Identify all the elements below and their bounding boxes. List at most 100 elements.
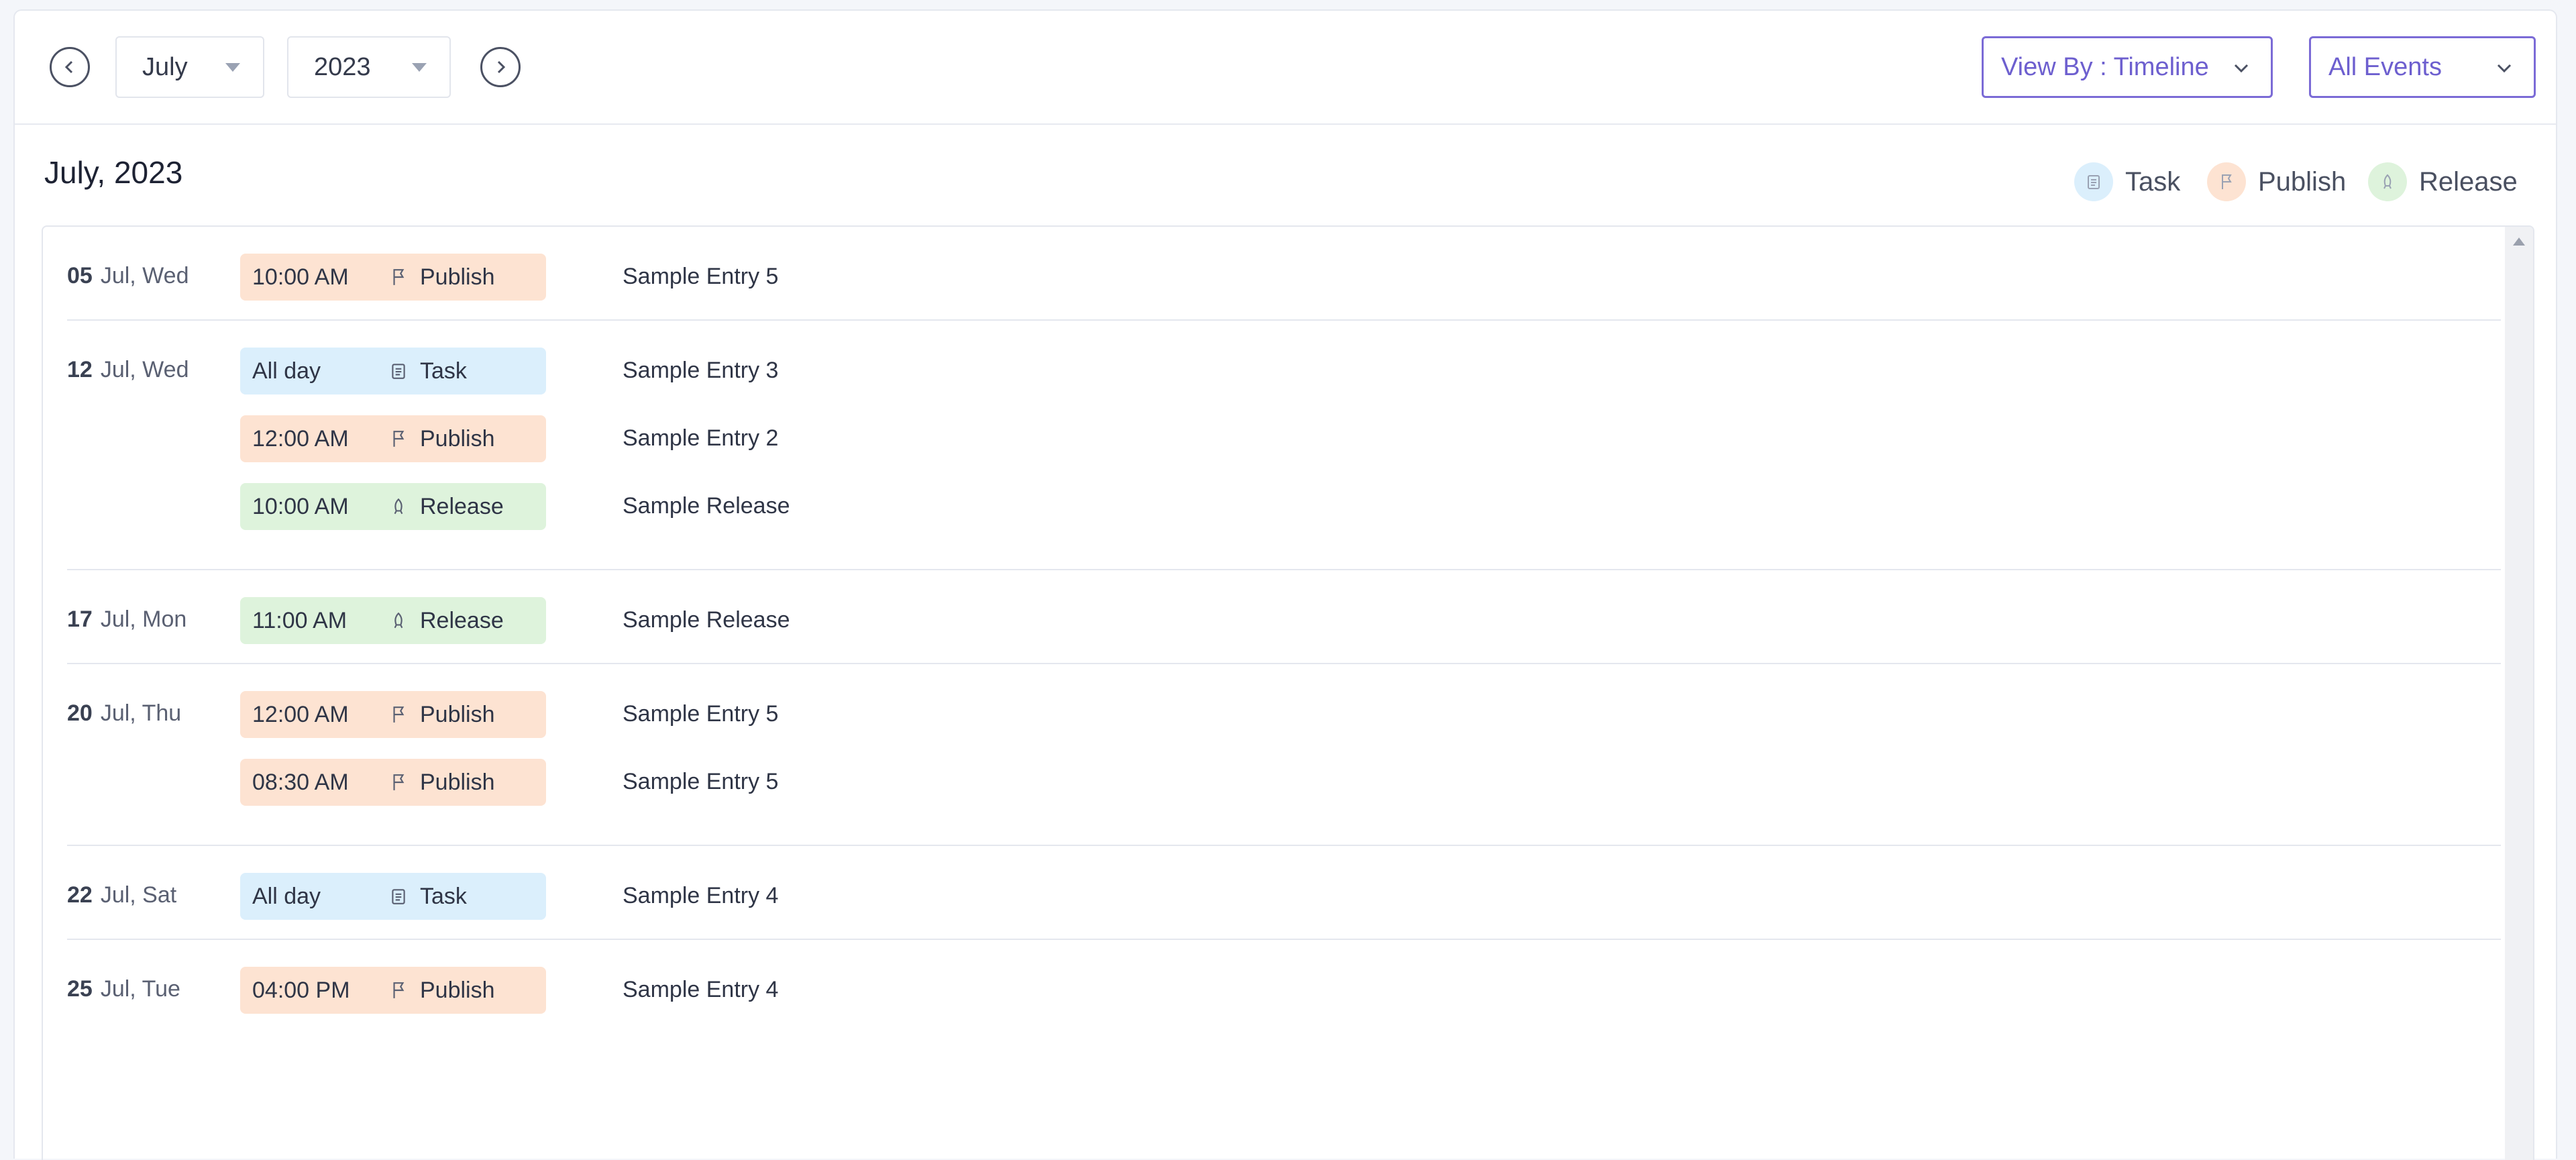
event-badge-task[interactable]: All day Task (240, 348, 546, 394)
event-type: Publish (420, 769, 495, 795)
event-title-link[interactable]: Sample Entry 3 (623, 358, 778, 384)
event-type: Publish (420, 264, 495, 290)
year-select-value: 2023 (314, 52, 371, 81)
chevron-right-icon (497, 60, 506, 74)
day-number: 12 (67, 357, 93, 382)
day-number: 25 (67, 976, 93, 1002)
event-time: 10:00 AM (252, 493, 349, 519)
flag-icon (393, 982, 405, 998)
legend-task-label: Task (2125, 166, 2181, 197)
event-time: All day (252, 883, 321, 909)
next-month-button[interactable] (480, 47, 521, 87)
flag-icon (393, 431, 405, 447)
day-number: 05 (67, 263, 93, 288)
clipboard-icon (392, 364, 405, 379)
chevron-left-icon (64, 60, 73, 74)
flag-icon (393, 774, 405, 790)
day-group: 17 Jul, Mon 11:00 AM Release Sample Release (67, 570, 2501, 664)
event-badge-task[interactable]: All day Task (240, 873, 546, 920)
day-group: 25 Jul, Tue 04:00 PM Publish Sample Entry 4 (67, 940, 2501, 1034)
event-time: All day (252, 358, 321, 384)
event-filter-select[interactable]: All Events (2309, 36, 2536, 98)
caret-down-icon (412, 63, 427, 72)
event-type: Release (420, 493, 504, 519)
event-badge-publish[interactable]: 04:00 PM Publish (240, 967, 546, 1014)
day-label: 12 Jul, Wed (67, 357, 189, 383)
rocket-icon (2368, 162, 2407, 201)
event-title-link[interactable]: Sample Release (623, 607, 790, 633)
rocket-icon (394, 498, 403, 515)
month-select[interactable]: July (115, 36, 264, 98)
day-label: 25 Jul, Tue (67, 976, 180, 1002)
day-group: 05 Jul, Wed 10:00 AM Publish Sample Entry 5 (67, 227, 2501, 321)
event-badge-release[interactable]: 11:00 AM Release (240, 597, 546, 644)
flag-icon (393, 706, 405, 723)
day-number: 17 (67, 607, 93, 632)
day-weekday: Jul, Mon (100, 607, 187, 632)
day-group: 20 Jul, Thu 12:00 AM Publish Sample Entry 5 0… (67, 664, 2501, 846)
vertical-scrollbar[interactable] (2505, 227, 2533, 1160)
calendar-card: July 2023 View By : Timeline All Events … (13, 9, 2557, 1160)
event-badge-release[interactable]: 10:00 AM Release (240, 483, 546, 530)
day-label: 22 Jul, Sat (67, 882, 176, 908)
chevron-down-icon (2234, 64, 2249, 73)
event-type: Publish (420, 701, 495, 727)
flag-icon (393, 269, 405, 285)
event-time: 04:00 PM (252, 977, 350, 1003)
month-heading: July, 2023 (44, 155, 183, 190)
event-title-link[interactable]: Sample Entry 2 (623, 425, 778, 452)
event-title-link[interactable]: Sample Entry 4 (623, 883, 778, 909)
year-select[interactable]: 2023 (287, 36, 451, 98)
caret-down-icon (225, 63, 240, 72)
event-filter-label: All Events (2328, 52, 2442, 81)
event-time: 11:00 AM (252, 607, 347, 633)
legend-publish-label: Publish (2258, 166, 2347, 197)
day-weekday: Jul, Sat (100, 882, 177, 908)
day-weekday: Jul, Wed (100, 263, 189, 288)
timeline-list[interactable]: 05 Jul, Wed 10:00 AM Publish Sample Entry 5 1… (42, 225, 2534, 1160)
rocket-icon (394, 612, 403, 629)
event-badge-publish[interactable]: 08:30 AM Publish (240, 759, 546, 806)
event-title-link[interactable]: Sample Entry 5 (623, 264, 778, 290)
event-type: Task (420, 358, 467, 384)
clipboard-icon (392, 889, 405, 904)
clipboard-icon (2074, 162, 2113, 201)
day-weekday: Jul, Tue (100, 976, 180, 1002)
legend-publish: Publish (2207, 162, 2346, 201)
day-number: 22 (67, 882, 93, 908)
calendar-toolbar: July 2023 View By : Timeline All Events (15, 11, 2556, 125)
event-time: 10:00 AM (252, 264, 349, 290)
event-type: Publish (420, 977, 495, 1003)
day-label: 17 Jul, Mon (67, 607, 186, 633)
event-type: Release (420, 607, 504, 633)
event-type: Publish (420, 425, 495, 452)
day-label: 20 Jul, Thu (67, 700, 181, 727)
flag-icon (2207, 162, 2246, 201)
event-title-link[interactable]: Sample Entry 5 (623, 701, 778, 727)
event-badge-publish[interactable]: 12:00 AM Publish (240, 691, 546, 738)
day-label: 05 Jul, Wed (67, 263, 189, 289)
day-weekday: Jul, Wed (100, 357, 189, 382)
event-title-link[interactable]: Sample Entry 5 (623, 769, 778, 795)
day-group: 12 Jul, Wed All day Task Sample Entry 3 12:00… (67, 321, 2501, 570)
previous-month-button[interactable] (50, 47, 90, 87)
event-time: 12:00 AM (252, 701, 349, 727)
event-title-link[interactable]: Sample Entry 4 (623, 977, 778, 1003)
event-badge-publish[interactable]: 12:00 AM Publish (240, 415, 546, 462)
scroll-up-icon[interactable] (2513, 238, 2525, 246)
chevron-down-icon (2497, 64, 2512, 73)
event-type: Task (420, 883, 467, 909)
day-group: 22 Jul, Sat All day Task Sample Entry 4 (67, 846, 2501, 940)
event-time: 08:30 AM (252, 769, 349, 795)
event-time: 12:00 AM (252, 425, 349, 452)
event-title-link[interactable]: Sample Release (623, 493, 790, 519)
day-number: 20 (67, 700, 93, 726)
legend-release-label: Release (2419, 166, 2518, 197)
event-badge-publish[interactable]: 10:00 AM Publish (240, 254, 546, 301)
view-by-label: View By : Timeline (2001, 52, 2209, 81)
month-select-value: July (142, 52, 188, 81)
view-by-select[interactable]: View By : Timeline (1982, 36, 2273, 98)
legend-release: Release (2368, 162, 2518, 201)
legend-task: Task (2074, 162, 2180, 201)
day-weekday: Jul, Thu (100, 700, 182, 726)
